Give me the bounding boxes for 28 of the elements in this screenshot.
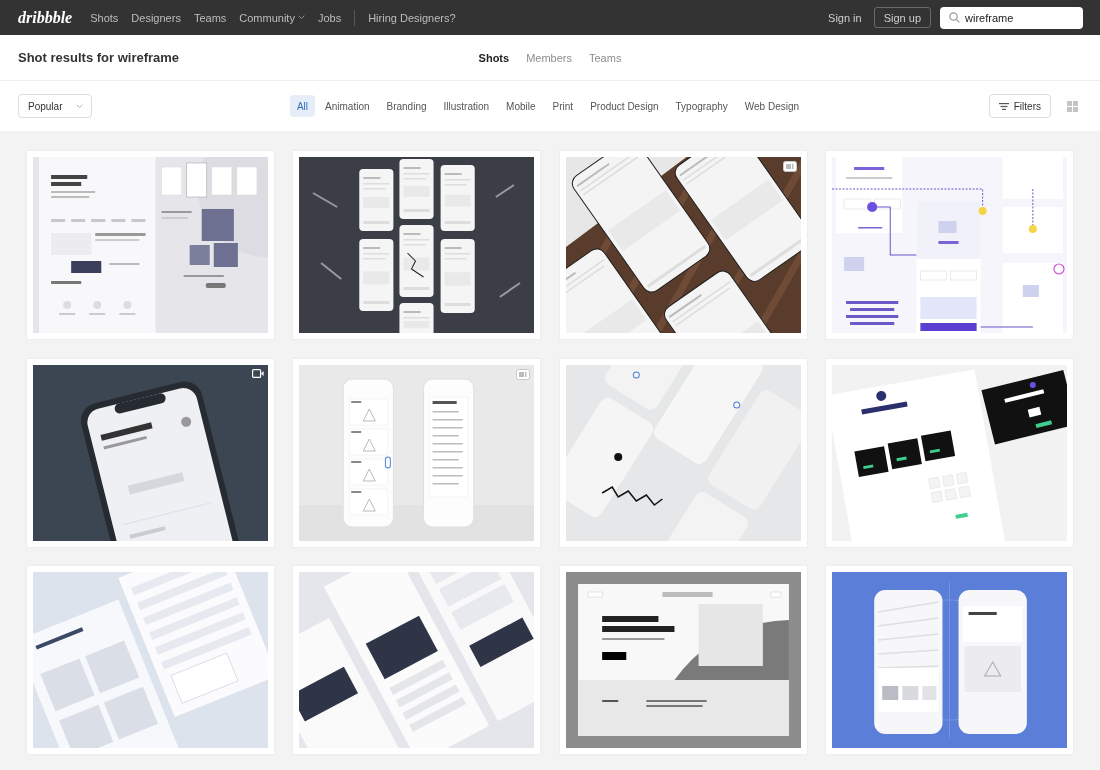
search-icon [949,12,960,23]
nav-link[interactable]: Community [239,11,305,24]
category-tab[interactable]: Branding [379,95,434,117]
category-tab[interactable]: Mobile [499,95,543,117]
results-tab[interactable]: Teams [589,51,622,64]
category-tab[interactable]: Illustration [436,95,497,117]
nav-link[interactable]: Designers [131,11,181,24]
nav-link[interactable]: Shots [90,11,119,24]
results-tab[interactable]: Members [526,51,572,64]
filter-icon [998,102,1009,110]
category-tab[interactable]: Print [545,95,581,117]
search-field[interactable]: wireframe [940,6,1083,29]
category-tab[interactable]: Web Design [737,95,807,117]
sort-dropdown[interactable]: Popular [18,94,92,118]
category-tab[interactable]: Product Design [583,95,666,117]
results-tab[interactable]: Shots [478,51,510,64]
sign-in-link[interactable]: Sign in [828,11,862,24]
nav-link[interactable]: Teams [193,11,227,24]
category-tab[interactable]: Animation [318,95,377,117]
category-tab[interactable]: Typography [668,95,735,117]
hiring-link[interactable]: Hiring Designers? [368,11,456,24]
category-tab[interactable]: All [289,95,316,117]
results-title: Shot results for wireframe [18,50,180,65]
nav-link[interactable]: Jobs [317,11,342,24]
filters-button[interactable]: Filters [988,94,1051,118]
chevron-down-icon [76,103,83,109]
site-logo[interactable]: dribbble [18,9,73,26]
sign-up-button[interactable]: Sign up [873,7,931,28]
